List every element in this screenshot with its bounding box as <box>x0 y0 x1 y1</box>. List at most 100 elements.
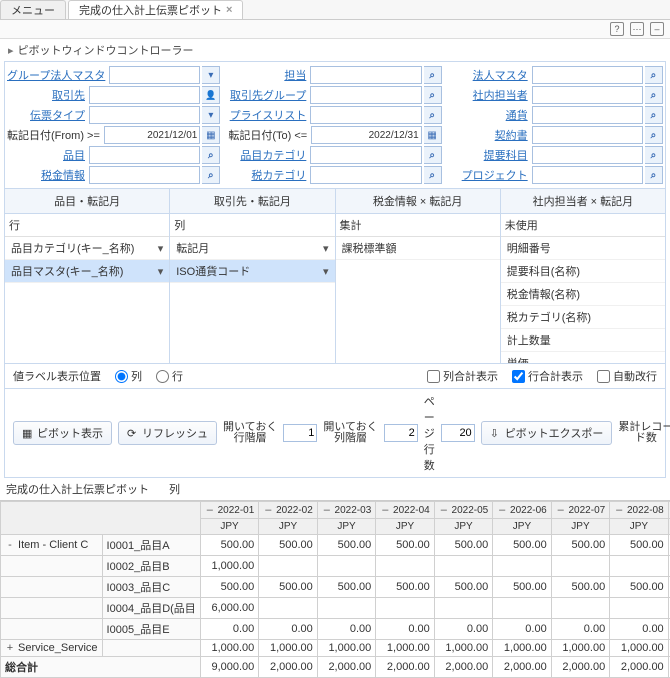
row-header[interactable]: + Service_Service <box>1 640 103 657</box>
close-icon[interactable]: × <box>226 4 232 16</box>
filter-label[interactable]: 取引先 <box>7 87 87 103</box>
row-item[interactable]: I0003_品目C <box>102 577 200 598</box>
cal-icon[interactable] <box>424 126 442 144</box>
settings-icon[interactable]: ⋯ <box>630 22 644 36</box>
cfg-item[interactable]: ISO通貨コード▾ <box>170 260 334 283</box>
filter-input[interactable] <box>310 146 421 164</box>
sr-icon[interactable] <box>424 86 442 104</box>
row-item[interactable]: I0005_品目E <box>102 619 200 640</box>
filter-input[interactable] <box>89 166 200 184</box>
filter-input[interactable] <box>89 86 200 104</box>
filter-label[interactable]: 社内担当者 <box>450 87 530 103</box>
tab-main[interactable]: 完成の仕入計上伝票ピボット× <box>68 0 243 19</box>
filter-input[interactable] <box>310 66 421 84</box>
filter-input[interactable]: 2022/12/31 <box>311 126 421 144</box>
keep-cols-input[interactable] <box>384 424 418 442</box>
collapse-icon[interactable]: – <box>205 504 215 516</box>
dd-icon[interactable] <box>202 106 220 124</box>
group-btn[interactable]: 品目・転記月 <box>5 189 170 213</box>
usr-icon[interactable] <box>202 86 220 104</box>
cal-icon[interactable] <box>202 126 220 144</box>
row-item[interactable]: I0004_品目D(品目 <box>102 598 200 619</box>
row-header[interactable]: - Item - Client C <box>1 535 103 556</box>
cfg-item[interactable]: 計上数量 <box>501 329 665 352</box>
filter-label[interactable]: 提要科目 <box>450 147 530 163</box>
cfg-item[interactable]: 転記月▾ <box>170 237 334 260</box>
sr-icon[interactable] <box>424 106 442 124</box>
chk-rowtotal[interactable]: 行合計表示 <box>512 368 583 384</box>
row-header[interactable] <box>1 619 103 640</box>
filter-label[interactable]: 通貨 <box>450 107 530 123</box>
chk-autowrap[interactable]: 自動改行 <box>597 368 657 384</box>
pivot-button[interactable]: ▦ピボット表示 <box>13 421 112 445</box>
collapse-icon[interactable]: – <box>380 504 390 516</box>
sr-icon[interactable] <box>202 166 220 184</box>
chk-coltotal[interactable]: 列合計表示 <box>427 368 498 384</box>
filter-label[interactable]: 税金情報 <box>7 167 87 183</box>
collapse-icon[interactable]: – <box>322 504 332 516</box>
sr-icon[interactable] <box>645 86 663 104</box>
expand-icon[interactable]: + <box>5 642 15 654</box>
group-btn[interactable]: 取引先・転記月 <box>170 189 335 213</box>
pivot-grid[interactable]: – 2022-01– 2022-02– 2022-03– 2022-04– 20… <box>0 500 670 678</box>
filter-label[interactable]: グループ法人マスタ <box>7 67 107 83</box>
sr-icon[interactable] <box>202 146 220 164</box>
tab-menu[interactable]: メニュー <box>0 0 66 19</box>
row-item[interactable]: I0002_品目B <box>102 556 200 577</box>
filter-label[interactable]: 担当 <box>228 67 308 83</box>
row-item[interactable] <box>102 640 200 657</box>
filter-input[interactable]: 2021/12/01 <box>104 126 200 144</box>
sr-icon[interactable] <box>645 66 663 84</box>
help-icon[interactable]: ? <box>610 22 624 36</box>
filter-input[interactable] <box>89 106 200 124</box>
sr-icon[interactable] <box>645 126 663 144</box>
row-header[interactable] <box>1 598 103 619</box>
filter-label[interactable]: 品目 <box>7 147 87 163</box>
chevron-down-icon[interactable]: ▾ <box>323 242 329 255</box>
cfg-item[interactable]: 明細番号 <box>501 237 665 260</box>
cfg-item[interactable]: 税金情報(名称) <box>501 283 665 306</box>
filter-input[interactable] <box>532 126 643 144</box>
filter-label[interactable]: 契約書 <box>450 127 530 143</box>
filter-input[interactable] <box>532 106 643 124</box>
keep-rows-input[interactable] <box>283 424 317 442</box>
group-btn[interactable]: 社内担当者 × 転記月 <box>501 189 665 213</box>
filter-label[interactable]: 税カテゴリ <box>228 167 308 183</box>
collapse-icon[interactable]: – <box>497 504 507 516</box>
filter-input[interactable] <box>532 166 643 184</box>
cfg-item[interactable]: 提要科目(名称) <box>501 260 665 283</box>
radio-col[interactable]: 列 <box>115 368 142 384</box>
collapse-icon[interactable]: – <box>556 504 566 516</box>
chevron-down-icon[interactable]: ▾ <box>158 242 164 255</box>
pivot-export-button[interactable]: ⇩ピボットエクスポー <box>481 421 613 445</box>
row-header[interactable] <box>1 577 103 598</box>
refresh-button[interactable]: ⟳リフレッシュ <box>118 421 217 445</box>
cfg-item[interactable]: 品目カテゴリ(キー_名称)▾ <box>5 237 169 260</box>
filter-input[interactable] <box>89 146 200 164</box>
filter-label[interactable]: プライスリスト <box>228 107 308 123</box>
filter-input[interactable] <box>532 146 643 164</box>
filter-input[interactable] <box>310 86 421 104</box>
row-item[interactable]: I0001_品目A <box>102 535 200 556</box>
radio-row[interactable]: 行 <box>156 368 183 384</box>
sr-icon[interactable] <box>645 166 663 184</box>
collapse-icon[interactable]: – <box>439 504 449 516</box>
filter-input[interactable] <box>532 86 643 104</box>
chevron-down-icon[interactable]: ▾ <box>323 265 329 278</box>
sr-icon[interactable] <box>424 146 442 164</box>
sr-icon[interactable] <box>645 106 663 124</box>
expand-icon[interactable]: - <box>5 539 15 551</box>
filter-label[interactable]: 法人マスタ <box>450 67 530 83</box>
sr-icon[interactable] <box>645 146 663 164</box>
page-rows-input[interactable] <box>441 424 475 442</box>
filter-input[interactable] <box>109 66 200 84</box>
filter-input[interactable] <box>310 166 421 184</box>
filter-input[interactable] <box>310 106 421 124</box>
filter-label[interactable]: 取引先グループ <box>228 87 308 103</box>
collapse-icon[interactable]: – <box>263 504 273 516</box>
group-btn[interactable]: 税金情報 × 転記月 <box>336 189 501 213</box>
filter-label[interactable]: 品目カテゴリ <box>228 147 308 163</box>
sr-icon[interactable] <box>424 166 442 184</box>
cfg-item[interactable]: 単価 <box>501 352 665 363</box>
cfg-item[interactable]: 品目マスタ(キー_名称)▾ <box>5 260 169 283</box>
